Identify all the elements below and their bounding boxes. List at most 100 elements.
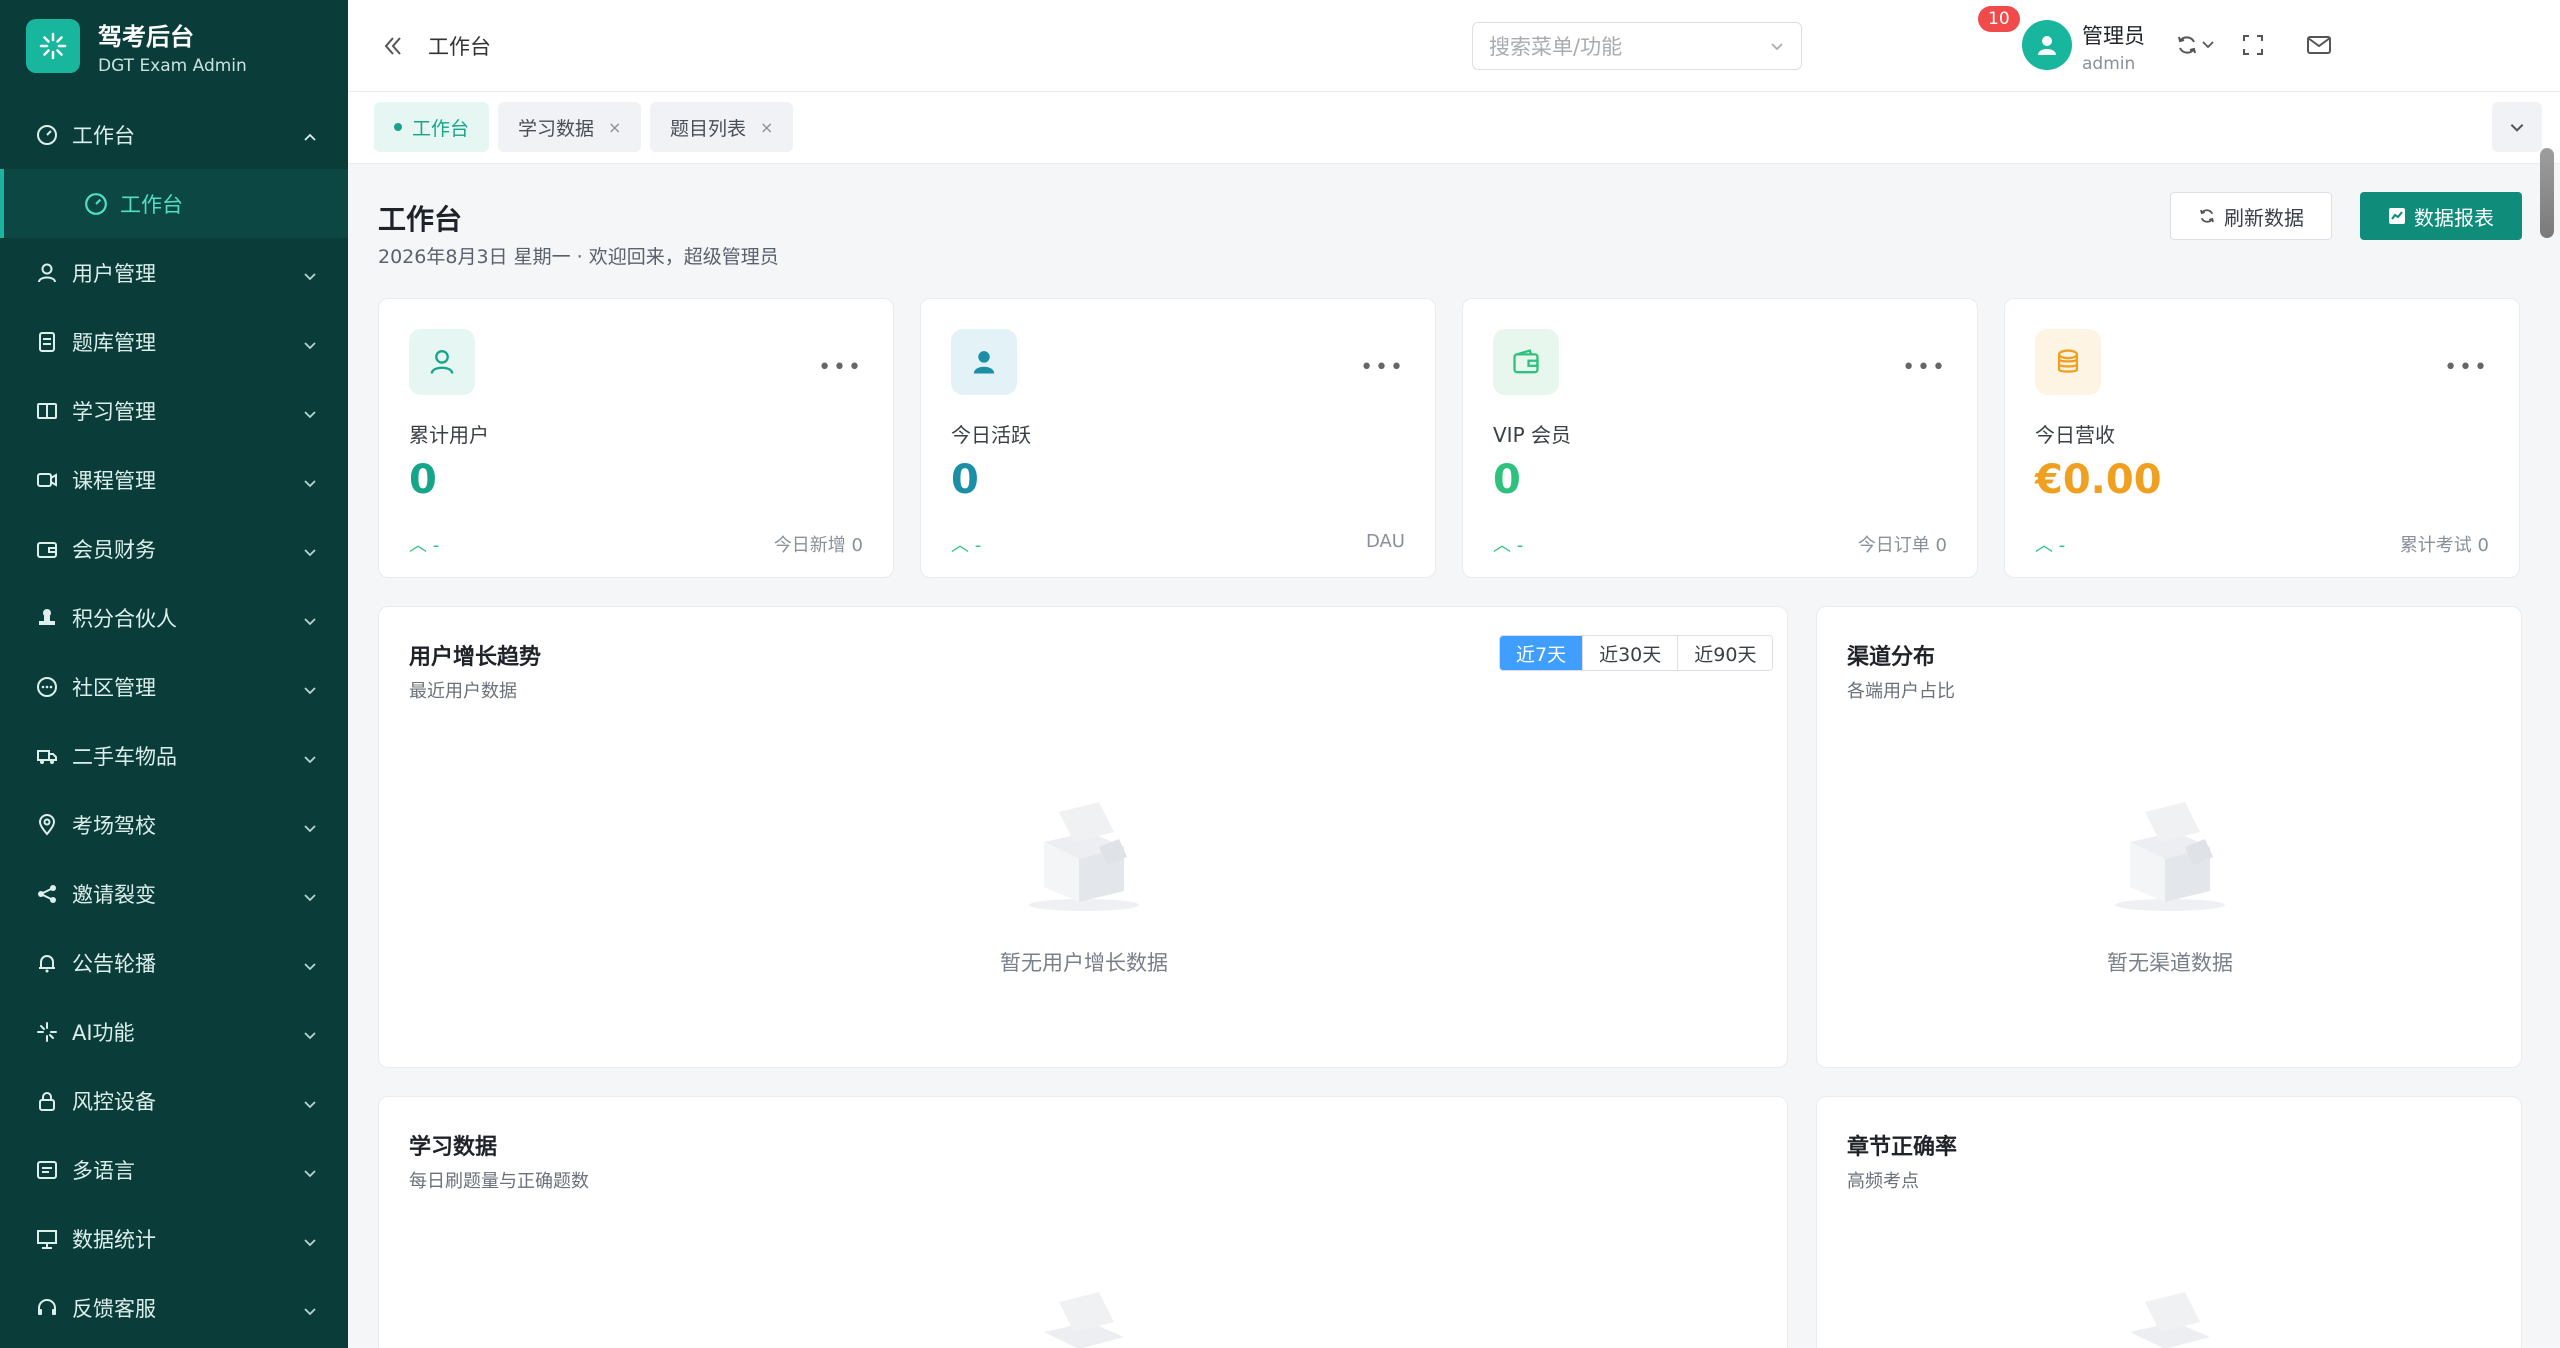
stat-card-vip-members: ••• VIP 会员 0 ︿ - 今日订单 0 (1462, 298, 1978, 578)
stat-trend: ︿ - (409, 535, 440, 556)
sidebar-item-users[interactable]: 用户管理 (0, 238, 348, 307)
sidebar-item-courses[interactable]: 课程管理 (0, 445, 348, 514)
location-icon (36, 813, 58, 836)
stat-label: 今日营收 (2035, 423, 2115, 447)
sidebar-item-languages[interactable]: 多语言 (0, 1135, 348, 1204)
sidebar-item-ai[interactable]: AI功能 (0, 997, 348, 1066)
stat-label: 累计用户 (409, 423, 489, 447)
active-dot-icon (394, 123, 402, 131)
coins-icon (2035, 329, 2101, 395)
tab-label: 工作台 (412, 117, 470, 140)
trend-up-icon: ︿ (951, 535, 975, 556)
fullscreen-icon[interactable] (2238, 30, 2268, 60)
brand[interactable]: 驾考后台 DGT Exam Admin (0, 0, 348, 92)
user-menu[interactable]: 管理员 admin (2082, 20, 2145, 74)
chevron-down-icon (302, 265, 318, 281)
chevron-down-icon (302, 472, 318, 488)
sidebar-item-risk-devices[interactable]: 风控设备 (0, 1066, 348, 1135)
sidebar-item-label: 多语言 (72, 1158, 135, 1183)
chevron-down-icon (2510, 124, 2524, 132)
avatar[interactable] (2022, 20, 2072, 70)
sidebar-item-community[interactable]: 社区管理 (0, 652, 348, 721)
chevron-down-icon (302, 541, 318, 557)
sidebar-item-study[interactable]: 学习管理 (0, 376, 348, 445)
user-role: admin (2082, 54, 2136, 74)
more-icon[interactable]: ••• (2444, 355, 2489, 380)
sidebar-nav: 工作台 工作台 用户管理 题库管理 学习管理 课程管理 会员财务 积分合伙人 社… (0, 100, 348, 1342)
sidebar-item-used-cars[interactable]: 二手车物品 (0, 721, 348, 790)
video-icon (36, 469, 58, 491)
sidebar-item-membership[interactable]: 会员财务 (0, 514, 348, 583)
tabs-more-button[interactable] (2492, 102, 2542, 152)
chevron-down-icon (302, 1024, 318, 1040)
chevron-down-icon (302, 817, 318, 833)
panel-subtitle: 高频考点 (1847, 1171, 1919, 1192)
sidebar-item-exam-schools[interactable]: 考场驾校 (0, 790, 348, 859)
range-30-days-button[interactable]: 近30天 (1582, 636, 1678, 670)
sidebar-item-feedback[interactable]: 反馈客服 (0, 1273, 348, 1342)
stat-value: 0 (951, 457, 979, 503)
sidebar-item-label: AI功能 (72, 1020, 135, 1045)
document-icon (36, 331, 58, 353)
message-icon (36, 1159, 58, 1181)
stat-label: VIP 会员 (1493, 423, 1571, 447)
chevron-down-icon (302, 679, 318, 695)
chat-icon (36, 676, 58, 698)
sidebar-item-workbench[interactable]: 工作台 (0, 100, 348, 169)
book-icon (36, 400, 58, 422)
sidebar-item-label: 公告轮播 (72, 951, 156, 976)
tab-question-list[interactable]: 题目列表 × (650, 102, 794, 152)
study-data-panel: 学习数据 每日刷题量与正确题数 (378, 1096, 1788, 1348)
mail-icon[interactable] (2304, 30, 2334, 60)
sidebar-item-label: 会员财务 (72, 537, 156, 562)
brand-title: 驾考后台 (98, 22, 194, 51)
tab-study-data[interactable]: 学习数据 × (498, 102, 642, 152)
stat-foot: DAU (1365, 531, 1405, 552)
refresh-icon[interactable] (2172, 30, 2202, 60)
close-icon[interactable]: × (760, 118, 773, 137)
empty-box-icon (1044, 1292, 1124, 1348)
sidebar-item-invite[interactable]: 邀请裂变 (0, 859, 348, 928)
range-90-days-button[interactable]: 近90天 (1677, 636, 1773, 670)
sidebar-item-label: 积分合伙人 (72, 606, 177, 631)
empty-message: 暂无用户增长数据 (1000, 951, 1168, 975)
breadcrumb[interactable]: 工作台 (428, 31, 491, 61)
empty-box-icon (2130, 1292, 2210, 1348)
chevron-down-icon (302, 1162, 318, 1178)
tab-workbench[interactable]: 工作台 (374, 102, 490, 152)
more-icon[interactable]: ••• (1360, 355, 1405, 380)
sidebar-item-question-bank[interactable]: 题库管理 (0, 307, 348, 376)
more-icon[interactable]: ••• (1902, 355, 1947, 380)
page-subtitle: 2026年8月3日 星期一 · 欢迎回来，超级管理员 (378, 246, 779, 268)
sidebar-item-announcements[interactable]: 公告轮播 (0, 928, 348, 997)
dashboard-icon (84, 192, 108, 216)
data-report-button[interactable]: 数据报表 (2360, 192, 2522, 240)
more-icon[interactable]: ••• (818, 355, 863, 380)
user-solid-icon (951, 329, 1017, 395)
sidebar-item-statistics[interactable]: 数据统计 (0, 1204, 348, 1273)
close-icon[interactable]: × (608, 118, 621, 137)
stat-foot: 今日新增 0 (773, 535, 863, 556)
sidebar-item-points-partner[interactable]: 积分合伙人 (0, 583, 348, 652)
user-growth-panel: 用户增长趋势 最近用户数据 近7天 近30天 近90天 暂无用户增长数据 (378, 606, 1788, 1068)
chevron-down-icon (302, 610, 318, 626)
double-chevron-left-icon (384, 36, 401, 55)
range-7-days-button[interactable]: 近7天 (1500, 636, 1583, 670)
chapter-accuracy-panel: 章节正确率 高频考点 (1816, 1096, 2522, 1348)
truck-icon (36, 745, 58, 767)
user-icon (36, 262, 58, 284)
sidebar-item-label: 考场驾校 (72, 813, 156, 838)
stat-card-revenue: ••• 今日营收 €0.00 ︿ - 累计考试 0 (2004, 298, 2520, 578)
chevron-down-icon (1771, 43, 1783, 51)
stat-label: 今日活跃 (951, 423, 1031, 447)
search-input[interactable]: 搜索菜单/功能 (1472, 22, 1802, 70)
range-selector: 近7天 近30天 近90天 (1499, 635, 1774, 671)
sidebar-subitem-workbench[interactable]: 工作台 (0, 169, 348, 238)
chevron-down-icon[interactable] (2200, 36, 2216, 56)
page-scrollbar[interactable] (2540, 148, 2554, 238)
empty-box-icon (2115, 802, 2225, 911)
refresh-data-button[interactable]: 刷新数据 (2170, 192, 2332, 240)
headset-icon (36, 1297, 58, 1319)
collapse-sidebar-button[interactable] (378, 31, 408, 61)
chevron-down-icon (302, 955, 318, 971)
